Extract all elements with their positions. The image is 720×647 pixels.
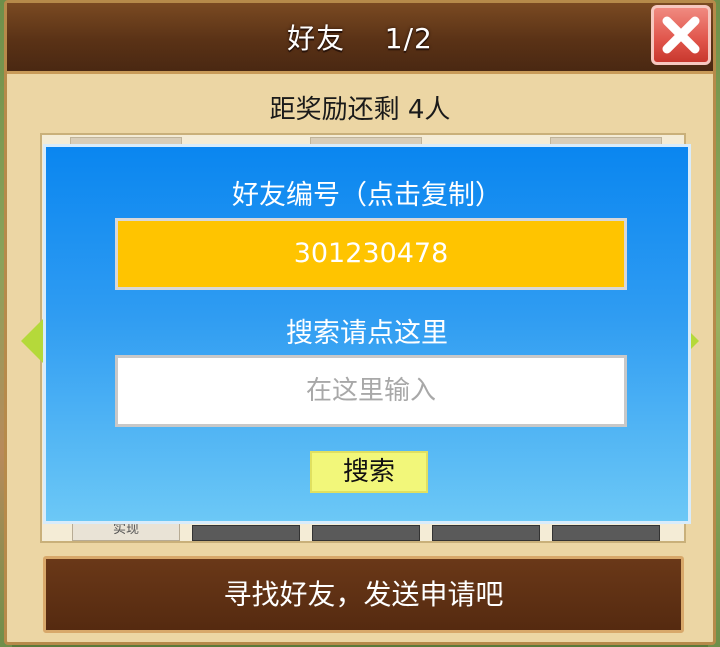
add-friend-dialog: 好友编号（点击复制） 301230478 搜索请点这里 搜索 [43,144,691,524]
friend-slot[interactable] [432,525,540,541]
close-x-icon [662,16,700,54]
friend-id-copy-field[interactable]: 301230478 [115,218,627,290]
find-friends-button[interactable]: 寻找好友，发送申请吧 [43,556,684,633]
previous-page-arrow-icon[interactable] [21,319,43,363]
friend-slot[interactable] [192,525,300,541]
panel-title: 好友 1/2 [7,17,713,57]
friend-search-input[interactable] [115,355,627,427]
title-text: 好友 [287,22,346,55]
friend-slot[interactable] [312,525,420,541]
friends-panel: 好友 1/2 距奖励还剩 4人 实现 好友编号（点击复制） 301230478 … [4,0,716,645]
friend-slot-label: 实现 [112,522,139,537]
page-indicator: 1/2 [384,22,433,55]
panel-header: 好友 1/2 [7,3,713,74]
reward-progress-text: 距奖励还剩 4人 [269,95,451,125]
friend-id-label: 好友编号（点击复制） [232,180,502,211]
close-button[interactable] [651,5,711,65]
search-label: 搜索请点这里 [286,318,448,349]
friend-slot[interactable] [552,525,660,541]
search-button[interactable]: 搜索 [310,451,428,493]
